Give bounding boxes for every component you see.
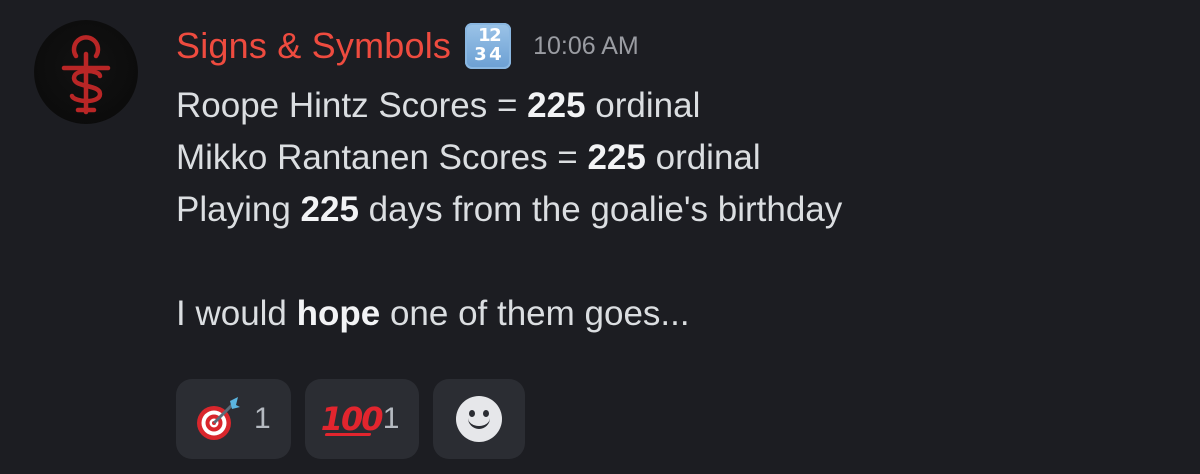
bold-text: 225 <box>527 86 586 125</box>
message-line: I would hope one of them goes... <box>176 294 690 333</box>
reaction-direct-hit[interactable]: 1 <box>176 379 291 459</box>
chat-message: Signs & Symbols 1 2 3 4 10:06 AM Roope H… <box>0 0 1200 474</box>
badge-digit: 2 <box>489 25 502 46</box>
author-avatar[interactable] <box>34 20 138 124</box>
message-line: Playing 225 days from the goalie's birth… <box>176 190 843 229</box>
bold-text: 225 <box>587 138 646 177</box>
hundred-points-icon: 100 <box>320 400 384 438</box>
bold-text: 225 <box>300 190 359 229</box>
add-reaction-icon <box>456 396 503 442</box>
input-numbers-icon: 1 2 3 4 <box>465 23 512 69</box>
badge-digit: 4 <box>489 44 502 65</box>
message-line: Mikko Rantanen Scores = 225 ordinal <box>176 138 761 177</box>
reactions-bar: 1 100 1 <box>176 379 526 459</box>
badge-digit: 3 <box>474 44 487 65</box>
direct-hit-icon <box>197 397 240 440</box>
bold-text: hope <box>296 294 381 333</box>
reaction-count: 1 <box>382 402 400 435</box>
add-reaction-button[interactable] <box>433 379 526 459</box>
signs-symbols-logo-icon <box>61 35 111 115</box>
reaction-hundred-points[interactable]: 100 1 <box>304 379 420 459</box>
message-line: Roope Hintz Scores = 225 ordinal <box>176 86 701 125</box>
message-header: Signs & Symbols 1 2 3 4 10:06 AM <box>176 20 639 72</box>
message-timestamp[interactable]: 10:06 AM <box>533 32 639 61</box>
author-name[interactable]: Signs & Symbols <box>176 25 451 67</box>
message-content: Roope Hintz Scores = 225 ordinal Mikko R… <box>176 80 1176 340</box>
reaction-count: 1 <box>254 402 271 435</box>
